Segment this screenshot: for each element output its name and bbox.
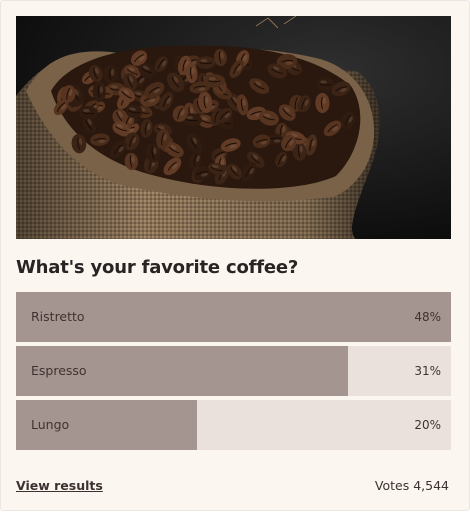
poll-card: What's your favorite coffee? Ristretto 4… <box>0 0 470 511</box>
poll-option-label: Espresso <box>31 363 87 378</box>
poll-option-label: Lungo <box>31 417 70 432</box>
poll-option-label: Ristretto <box>31 309 85 324</box>
poll-option-percent: 48% <box>414 310 441 324</box>
poll-option-espresso[interactable]: Espresso 31% <box>16 346 451 396</box>
poll-option-ristretto[interactable]: Ristretto 48% <box>16 292 451 342</box>
poll-question: What's your favorite coffee? <box>16 257 299 278</box>
poll-option-percent: 20% <box>414 418 441 432</box>
view-results-link[interactable]: View results <box>16 478 103 493</box>
poll-option-lungo[interactable]: Lungo 20% <box>16 400 451 450</box>
coffee-beans-image <box>16 16 451 239</box>
poll-option-percent: 31% <box>414 364 441 378</box>
votes-count: Votes 4,544 <box>374 478 449 493</box>
